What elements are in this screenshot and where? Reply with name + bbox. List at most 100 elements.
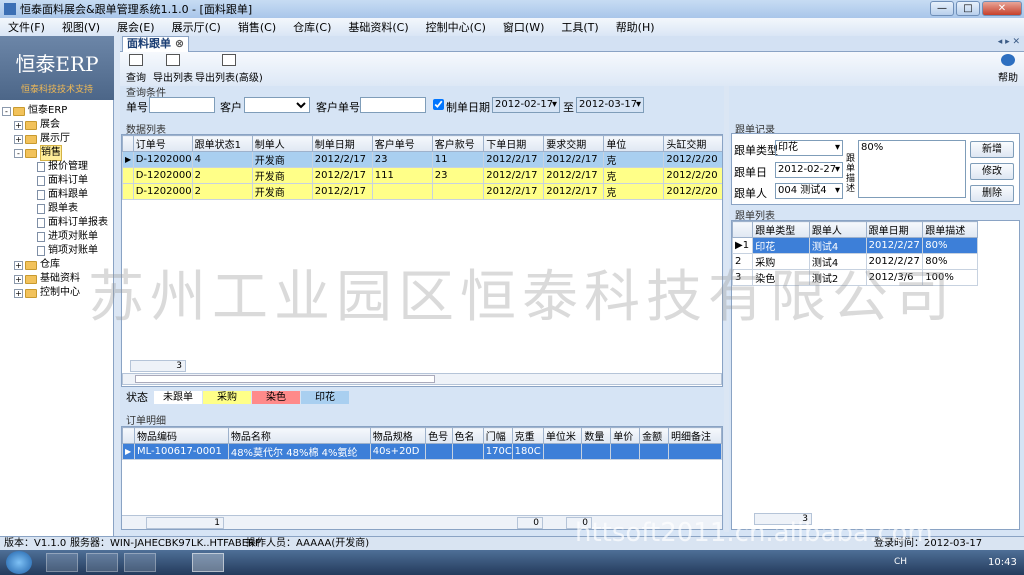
menu-item-3[interactable]: 展示厅(C) (172, 19, 221, 35)
table-row[interactable]: ▶ ML-100617-0001 48%莫代尔 48%棉 4%氨纶 40s+20D 17… (122, 443, 722, 460)
expand-icon[interactable]: + (14, 288, 23, 298)
column-header[interactable]: 客户单号 (371, 135, 433, 152)
column-header[interactable]: 单位 (603, 135, 665, 152)
close-button[interactable]: ✕ (982, 1, 1022, 16)
nav-item[interactable]: 面料跟单 (2, 188, 112, 202)
column-header[interactable]: 客户款号 (431, 135, 485, 152)
column-header[interactable]: 单位米 (542, 427, 583, 444)
collapse-icon[interactable]: - (14, 148, 23, 158)
date-to-picker[interactable]: 2012-03-17 ▾ (576, 97, 644, 113)
column-header[interactable]: 物品名称 (227, 427, 371, 444)
column-header[interactable]: 跟单日期 (865, 221, 924, 238)
table-row[interactable]: D-12020004 2 开发商 2012/2/17 2012/2/17 2012/2/1… (122, 183, 722, 200)
follow-desc-textarea[interactable]: 80% (858, 140, 966, 198)
column-header[interactable]: 跟单人 (808, 221, 867, 238)
column-header[interactable]: 跟单描述 (922, 221, 978, 238)
start-button[interactable] (6, 551, 32, 574)
menu-item-0[interactable]: 文件(F) (8, 19, 45, 35)
language-indicator[interactable]: CH (894, 557, 907, 567)
maximize-button[interactable]: □ (956, 1, 980, 16)
column-header[interactable]: 跟单状态1 (191, 135, 253, 152)
clock[interactable]: 10:43 (988, 557, 1017, 568)
order-date-checkbox[interactable] (433, 99, 444, 110)
menu-item-8[interactable]: 窗口(W) (503, 19, 544, 35)
order-no-input[interactable] (149, 97, 215, 113)
follow-date-picker[interactable]: 2012-02-27 ▾ (775, 162, 843, 178)
menu-bar: 文件(F) 视图(V) 展会(E) 展示厅(C) 销售(C) 仓库(C) 基础资料(C) 控制… (0, 18, 1024, 36)
expand-icon[interactable]: + (14, 120, 23, 130)
column-header[interactable]: 物品规格 (369, 427, 427, 444)
taskbar-app-erp[interactable] (192, 553, 224, 572)
column-header[interactable]: 金额 (639, 427, 669, 444)
column-header[interactable]: 订单号 (132, 135, 193, 152)
help-button[interactable]: 帮助 (998, 54, 1018, 84)
collapse-icon[interactable]: - (2, 106, 11, 116)
column-header[interactable]: 物品编码 (134, 427, 229, 444)
table-row[interactable]: D-12020003 2 开发商 2012/2/17 111 23 2012/2/17 201… (122, 167, 722, 184)
menu-item-10[interactable]: 帮助(H) (616, 19, 655, 35)
column-header[interactable]: 门幅 (482, 427, 513, 444)
row-indicator[interactable] (122, 167, 134, 184)
menu-item-7[interactable]: 控制中心(C) (426, 19, 486, 35)
column-header[interactable]: 要求交期 (543, 135, 605, 152)
nav-item[interactable]: 进项对账单 (2, 230, 112, 244)
query-button[interactable]: 查询 (126, 54, 146, 84)
row-indicator-header (122, 427, 136, 444)
table-cell: 170C (482, 443, 513, 460)
table-row[interactable]: ▶ D-12020002 4 开发商 2012/2/17 23 11 2012/2/17 201… (122, 151, 722, 168)
minimize-button[interactable]: — (930, 1, 954, 16)
column-header[interactable]: 明细备注 (667, 427, 722, 444)
column-header[interactable]: 色名 (451, 427, 484, 444)
taskbar-app-1[interactable] (46, 553, 78, 572)
taskbar-app-3[interactable] (124, 553, 156, 572)
menu-item-4[interactable]: 销售(C) (238, 19, 276, 35)
taskbar-app-2[interactable] (86, 553, 118, 572)
column-header[interactable]: 下单日期 (483, 135, 545, 152)
column-header[interactable]: 单价 (610, 427, 641, 444)
datalist-hscrollbar[interactable] (122, 373, 722, 385)
menu-item-6[interactable]: 基础资料(C) (348, 19, 408, 35)
export-button[interactable]: 导出列表 (153, 54, 193, 84)
expand-icon[interactable]: + (14, 260, 23, 270)
nav-item[interactable]: 跟单表 (2, 202, 112, 216)
tab-fabric-tracking[interactable]: 面料跟单 ⊗ (122, 36, 190, 52)
table-cell: 2012/2/20 (663, 183, 722, 200)
logo-title: 恒泰ERP (15, 52, 99, 76)
nav-item[interactable]: 面料订单 (2, 174, 112, 188)
export-advanced-label: 导出列表(高级) (195, 73, 263, 84)
column-header[interactable]: 色号 (425, 427, 453, 444)
column-header[interactable]: 跟单类型 (752, 221, 810, 238)
row-indicator[interactable]: ▶ (122, 443, 136, 460)
menu-item-2[interactable]: 展会(E) (117, 19, 155, 35)
nav-item[interactable]: + 展示厅 (2, 132, 112, 146)
menu-item-5[interactable]: 仓库(C) (293, 19, 331, 35)
nav-item[interactable]: 报价管理 (2, 160, 112, 174)
nav-item[interactable]: - 恒泰ERP (2, 104, 112, 118)
date-from-picker[interactable]: 2012-02-17 ▾ (492, 97, 560, 113)
export-label: 导出列表 (153, 73, 193, 84)
menu-item-9[interactable]: 工具(T) (561, 19, 598, 35)
follow-person-select[interactable]: 004 测试4 ▾ (775, 183, 843, 199)
tab-nav-icon[interactable]: ◂ ▸ ✕ (998, 37, 1020, 47)
expand-icon[interactable]: + (14, 134, 23, 144)
column-header[interactable]: 制单日期 (311, 135, 373, 152)
row-indicator[interactable]: ▶ (122, 151, 134, 168)
delete-button[interactable]: 删除 (970, 185, 1014, 202)
nav-item[interactable]: - 销售 (2, 145, 112, 161)
column-header[interactable]: 数量 (581, 427, 612, 444)
follow-type-select[interactable]: 印花 ▾ (775, 140, 843, 156)
close-tab-icon[interactable]: ⊗ (175, 37, 184, 50)
export-advanced-button[interactable]: 导出列表(高级) (195, 54, 263, 84)
column-header[interactable]: 制单人 (251, 135, 313, 152)
customer-order-input[interactable] (360, 97, 426, 113)
nav-item[interactable]: 面料订单报表 (2, 216, 112, 230)
expand-icon[interactable]: + (14, 274, 23, 284)
edit-button[interactable]: 修改 (970, 163, 1014, 180)
menu-item-1[interactable]: 视图(V) (62, 19, 100, 35)
column-header[interactable]: 头缸交期 (663, 135, 722, 152)
customer-select[interactable] (244, 97, 310, 113)
column-header[interactable]: 克重 (511, 427, 544, 444)
nav-item[interactable]: + 展会 (2, 118, 112, 132)
row-indicator[interactable] (122, 183, 134, 200)
add-button[interactable]: 新增 (970, 141, 1014, 158)
